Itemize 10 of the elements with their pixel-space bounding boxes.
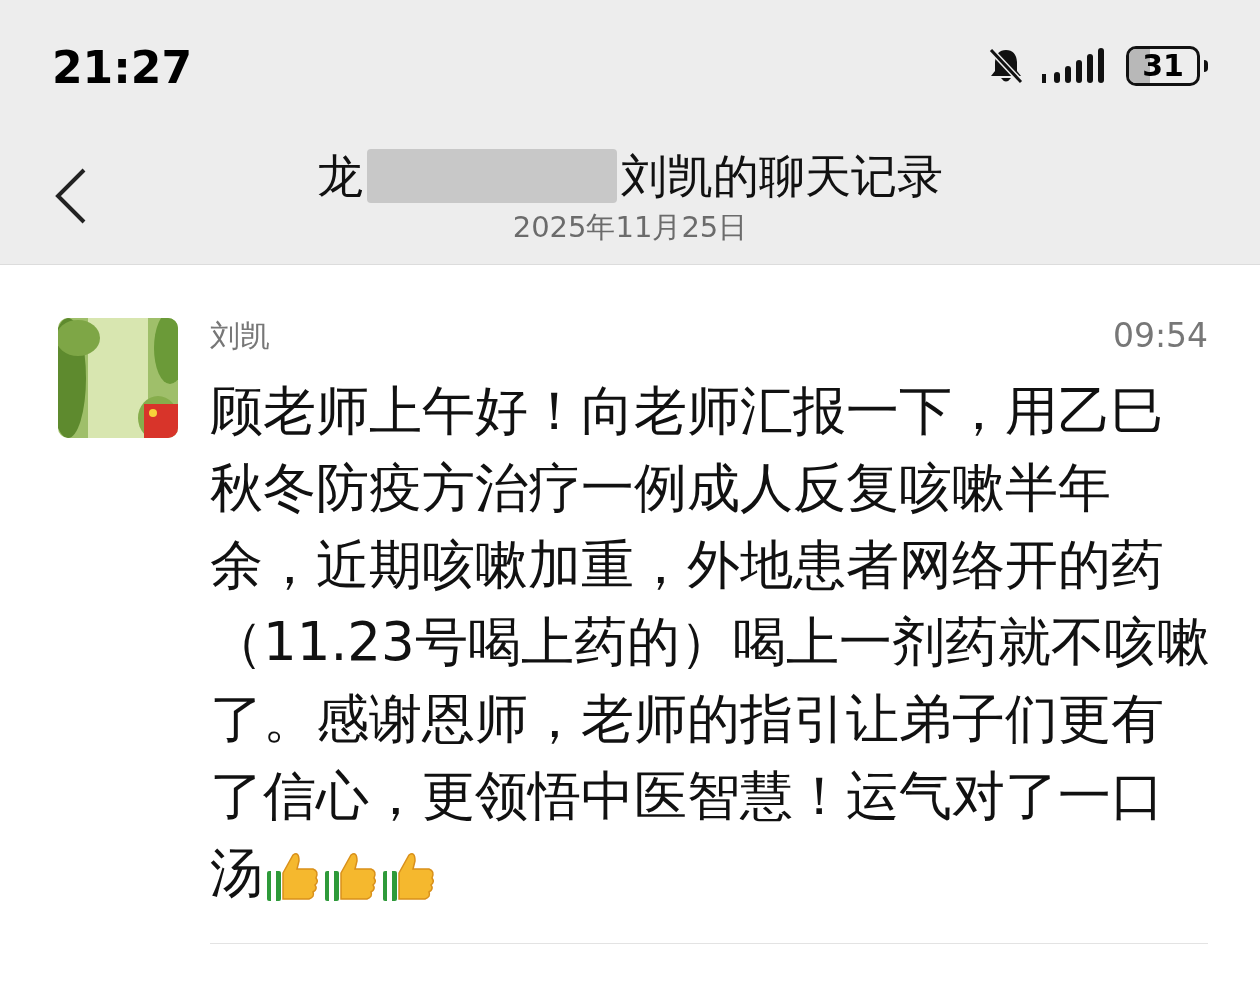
chat-date: 2025年11月25日 bbox=[512, 209, 748, 246]
message-text: 顾老师上午好！向老师汇报一下，用乙巳秋冬防疫方治疗一例成人反复咳嗽半年余，近期咳嗽加重，外地患者网络开的药（11.23号喝上药的）喝上一剂药就不咳嗽了。感谢恩师，老师的指引让弟子们更有了信心，更领悟中医智慧！运气对了一口汤 bbox=[210, 372, 1210, 911]
battery-tip bbox=[1204, 60, 1208, 72]
chat-title: 龙 bbox=[317, 148, 363, 205]
message-time: 09:54 bbox=[1112, 318, 1208, 354]
bell-muted-icon bbox=[988, 47, 1024, 85]
chat-title: 刘凯的聊天记录 bbox=[621, 148, 943, 205]
battery-percent: 31 bbox=[1142, 51, 1184, 81]
clock: 21:27 bbox=[52, 46, 193, 90]
sender-name: 刘凯 bbox=[210, 318, 270, 354]
